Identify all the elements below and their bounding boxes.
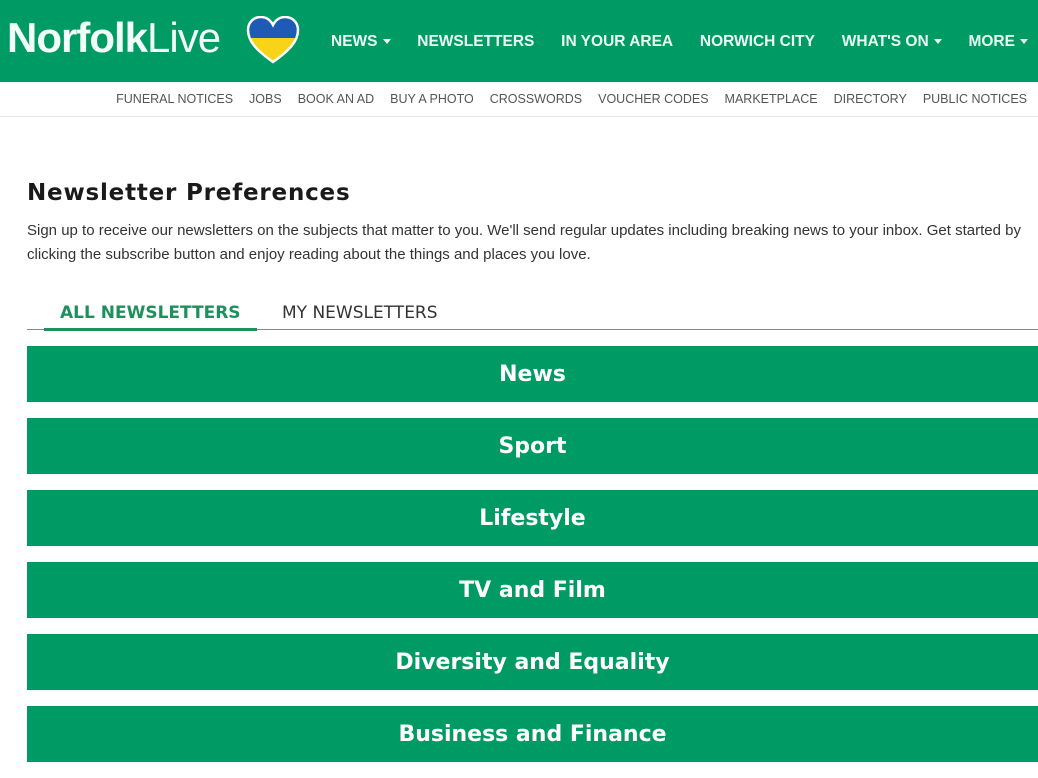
nav-label: MORE — [968, 33, 1015, 50]
nav-in-your-area[interactable]: IN YOUR AREA — [561, 33, 673, 51]
page-title: Newsletter Preferences — [27, 180, 351, 206]
site-logo[interactable]: NorfolkLive — [7, 14, 221, 62]
intro-text: Sign up to receive our newsletters on th… — [27, 222, 1021, 263]
newsletter-category-diversity-and-equality[interactable]: Diversity and Equality — [27, 634, 1038, 690]
caret-down-icon — [933, 39, 942, 45]
main-nav: NEWS NEWSLETTERS IN YOUR AREA NORWICH CITY W… — [331, 33, 1028, 51]
newsletter-category-business-and-finance[interactable]: Business and Finance — [27, 706, 1038, 762]
tab-all-newsletters[interactable]: ALL NEWSLETTERS — [44, 303, 257, 331]
subnav-marketplace[interactable]: MARKETPLACE — [725, 92, 818, 106]
ukraine-heart-icon — [246, 16, 300, 64]
subnav-buy-a-photo[interactable]: BUY A PHOTO — [390, 92, 474, 106]
subnav-public-notices[interactable]: PUBLIC NOTICES — [923, 92, 1027, 106]
secondary-nav: FUNERAL NOTICES JOBS BOOK AN AD BUY A PHOTO… — [0, 82, 1038, 117]
nav-what-s-on[interactable]: WHAT'S ON — [842, 33, 942, 51]
subnav-voucher-codes[interactable]: VOUCHER CODES — [598, 92, 708, 106]
newsletter-tabs: ALL NEWSLETTERS MY NEWSLETTERS — [27, 300, 1038, 331]
caret-down-icon — [1019, 39, 1028, 45]
top-header: NorfolkLive NEWS NEWSLETTERS IN YOUR AREA N… — [0, 0, 1038, 82]
caret-down-icon — [382, 39, 391, 45]
newsletter-category-news[interactable]: News — [27, 346, 1038, 402]
nav-more[interactable]: MORE — [968, 33, 1028, 51]
subnav-book-an-ad[interactable]: BOOK AN AD — [298, 92, 374, 106]
subnav-jobs[interactable]: JOBS — [249, 92, 282, 106]
subnav-directory[interactable]: DIRECTORY — [834, 92, 907, 106]
newsletter-category-sport[interactable]: Sport — [27, 418, 1038, 474]
nav-norwich-city[interactable]: NORWICH CITY — [700, 33, 815, 51]
subnav-funeral-notices[interactable]: FUNERAL NOTICES — [116, 92, 233, 106]
nav-label: NORWICH CITY — [699, 33, 815, 50]
nav-newsletters[interactable]: NEWSLETTERS — [417, 33, 534, 51]
newsletter-category-tv-and-film[interactable]: TV and Film — [27, 562, 1038, 618]
nav-label: NEWSLETTERS — [417, 33, 535, 50]
nav-label: WHAT'S ON — [841, 33, 929, 50]
nav-news[interactable]: NEWS — [331, 33, 391, 51]
subnav-crosswords[interactable]: CROSSWORDS — [490, 92, 582, 106]
nav-label: IN YOUR AREA — [561, 33, 674, 50]
nav-label: NEWS — [331, 33, 378, 50]
newsletter-category-lifestyle[interactable]: Lifestyle — [27, 490, 1038, 546]
tab-my-newsletters[interactable]: MY NEWSLETTERS — [282, 303, 438, 323]
